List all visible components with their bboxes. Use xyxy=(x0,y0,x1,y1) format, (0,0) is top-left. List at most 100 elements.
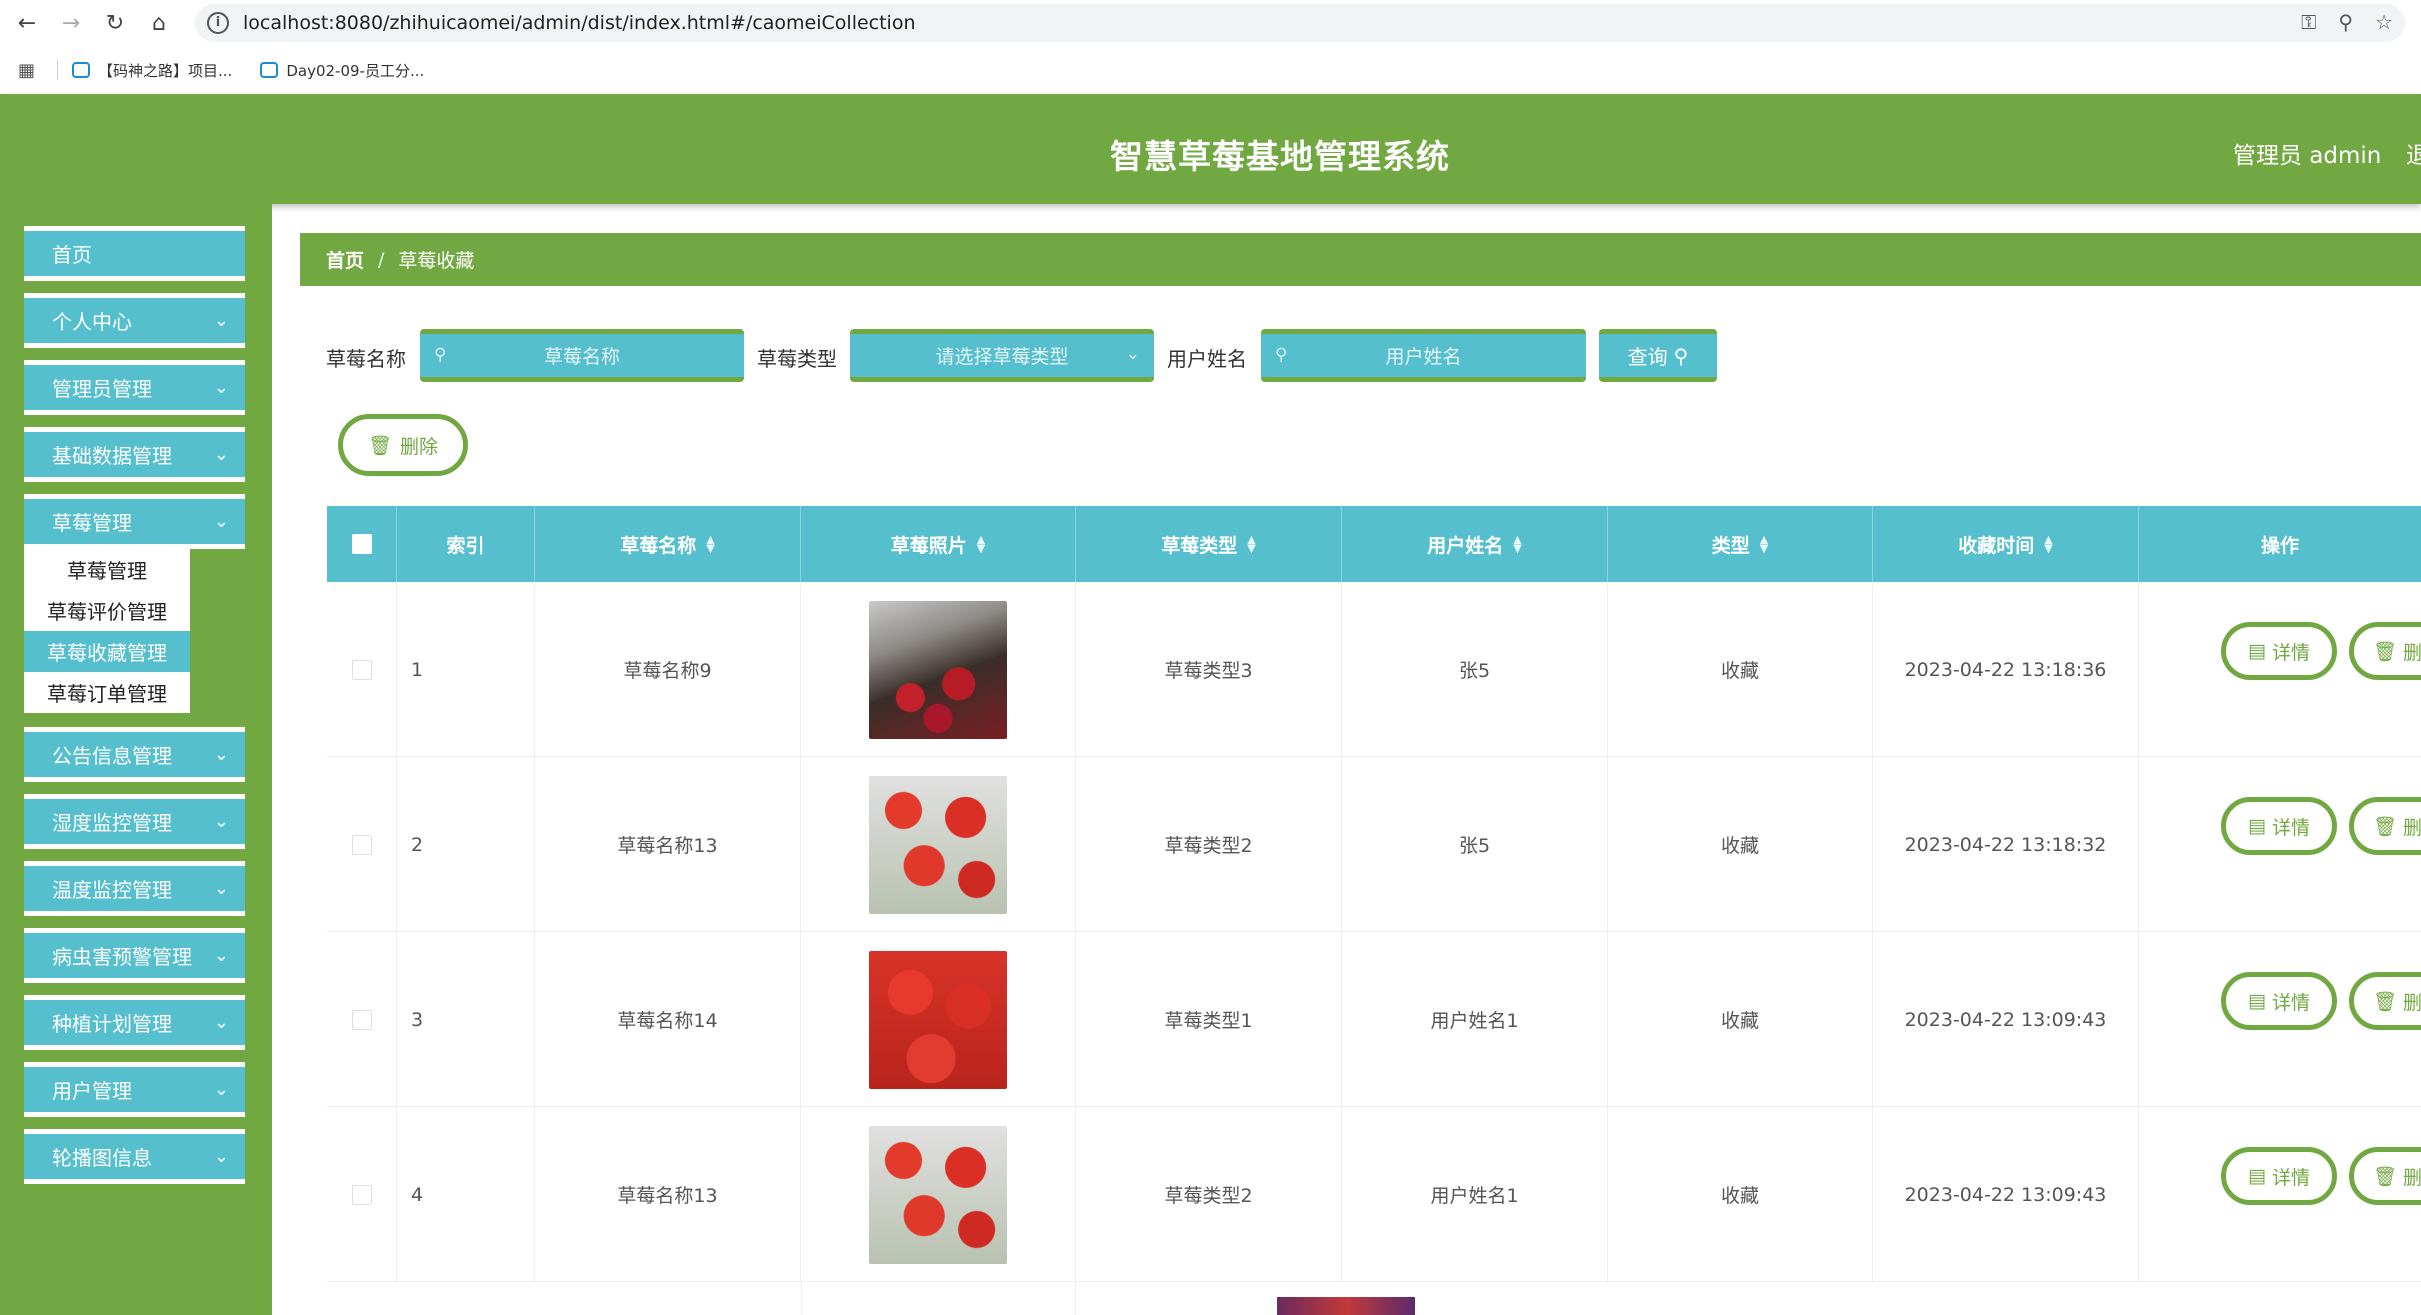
type-filter-label: 草莓类型 xyxy=(757,347,837,371)
cell-photo xyxy=(801,757,1076,932)
col-name-label: 草莓名称 xyxy=(620,534,697,557)
trash-icon: 🗑 xyxy=(367,434,393,457)
cell-actions: ▤详情🗑删除 xyxy=(2139,1107,2421,1282)
cell-time: 2023-04-22 13:09:43 xyxy=(1873,1107,2139,1282)
url-text[interactable]: localhost:8080/zhihuicaomei/admin/dist/i… xyxy=(243,12,916,34)
sort-icon[interactable]: ▲ ▼ xyxy=(1247,534,1255,554)
chevron-down-icon: ⌄ xyxy=(213,811,229,832)
type-filter-select[interactable]: 请选择草莓类型 ⌄ xyxy=(850,329,1154,382)
strawberry-photo[interactable] xyxy=(869,1125,1007,1264)
cell-user: 张5 xyxy=(1342,582,1608,757)
sort-icon[interactable]: ▲ ▼ xyxy=(2044,534,2052,554)
row-checkbox-cell xyxy=(327,757,397,932)
table-row: 4 草莓名称13 草莓类型2 用户姓名1 收藏 2023-04-22 13:09:43 ▤ 详… xyxy=(327,1107,2421,1282)
row-delete-button[interactable]: 🗑删除 xyxy=(2349,622,2421,680)
trash-icon: 🗑 xyxy=(2372,640,2398,663)
submenu-item-review[interactable]: 草莓评价管理 xyxy=(24,590,190,631)
star-icon[interactable]: ☆ xyxy=(2375,10,2393,34)
row-checkbox[interactable] xyxy=(351,659,372,680)
cell-type: 草莓类型2 xyxy=(1076,757,1342,932)
sidebar-item-humidity[interactable]: 湿度监控管理 ⌄ xyxy=(24,794,245,849)
col-photo[interactable]: 草莓照片 ▲ ▼ xyxy=(801,506,1076,582)
sidebar-item-admins[interactable]: 管理员管理 ⌄ xyxy=(24,360,245,415)
back-icon[interactable]: ← xyxy=(10,6,44,40)
col-kind[interactable]: 类型 ▲ ▼ xyxy=(1608,506,1873,582)
sidebar-item-label: 管理员管理 xyxy=(52,377,152,401)
strawberry-photo[interactable] xyxy=(869,600,1007,739)
bookmark-item[interactable]: 【码神之路】项目... xyxy=(72,60,232,81)
delete-label: 删除 xyxy=(2403,641,2421,664)
cell-user: 用户姓名1 xyxy=(1342,1107,1608,1282)
row-delete-button[interactable]: 🗑删除 xyxy=(2349,972,2421,1030)
reload-icon[interactable]: ↻ xyxy=(98,6,132,40)
sidebar-item-basic-data[interactable]: 基础数据管理 ⌄ xyxy=(24,427,245,482)
strawberry-photo[interactable] xyxy=(869,775,1007,914)
sidebar-item-pest-warning[interactable]: 病虫害预警管理 ⌄ xyxy=(24,928,245,983)
detail-button[interactable]: ▤ 详情 xyxy=(2221,1147,2337,1205)
col-index-label: 索引 xyxy=(446,534,485,557)
sidebar-item-planting-plan[interactable]: 种植计划管理 ⌄ xyxy=(24,995,245,1050)
strawberry-submenu: 草莓管理 草莓评价管理 草莓收藏管理 草莓订单管理 xyxy=(24,549,190,713)
select-all-checkbox[interactable] xyxy=(351,534,372,554)
home-icon[interactable]: ⌂ xyxy=(142,6,176,40)
row-checkbox[interactable] xyxy=(351,1009,372,1030)
breadcrumb-home[interactable]: 首页 xyxy=(326,246,364,273)
forward-icon[interactable]: → xyxy=(54,6,88,40)
row-checkbox[interactable] xyxy=(351,834,372,855)
col-name[interactable]: 草莓名称 ▲ ▼ xyxy=(535,506,801,582)
logout-link[interactable]: 退 xyxy=(2406,136,2421,170)
chevron-down-icon: ⌄ xyxy=(213,444,229,465)
sort-icon[interactable]: ▲ ▼ xyxy=(1513,534,1521,554)
type-filter-placeholder: 请选择草莓类型 xyxy=(935,346,1069,368)
sidebar-item-carousel[interactable]: 轮播图信息 ⌄ xyxy=(24,1129,245,1184)
name-filter-input[interactable]: ⚲ 草莓名称 xyxy=(420,329,744,382)
cell-photo xyxy=(801,1107,1076,1282)
apps-grid-icon[interactable]: ▦ xyxy=(18,60,35,81)
col-photo-label: 草莓照片 xyxy=(890,534,967,557)
sort-icon[interactable]: ▲ ▼ xyxy=(1760,534,1768,554)
submenu-item-collection[interactable]: 草莓收藏管理 xyxy=(24,631,190,672)
submenu-item-orders[interactable]: 草莓订单管理 xyxy=(24,672,190,713)
row-checkbox[interactable] xyxy=(351,1184,372,1205)
search-icon: ⚲ xyxy=(1673,343,1689,368)
sidebar-item-temperature[interactable]: 温度监控管理 ⌄ xyxy=(24,861,245,916)
info-icon[interactable]: i xyxy=(207,12,229,34)
detail-label: 详情 xyxy=(2271,991,2310,1014)
cell-photo xyxy=(801,582,1076,757)
chevron-down-icon: ⌄ xyxy=(213,1079,229,1100)
col-kind-label: 类型 xyxy=(1711,534,1750,557)
app-title: 智慧草莓基地管理系统 xyxy=(1110,137,1450,176)
key-icon[interactable]: ⚿ xyxy=(2301,10,2316,34)
name-filter-placeholder: 草莓名称 xyxy=(543,346,620,368)
col-user[interactable]: 用户姓名 ▲ ▼ xyxy=(1342,506,1608,582)
strawberry-photo[interactable] xyxy=(869,950,1007,1089)
sidebar-item-label: 草莓管理 xyxy=(52,511,132,535)
bookmark-item[interactable]: Day02-09-员工分... xyxy=(260,60,424,81)
user-filter-input[interactable]: ⚲ 用户姓名 xyxy=(1261,329,1586,382)
address-bar[interactable]: i localhost:8080/zhihuicaomei/admin/dist… xyxy=(195,4,2405,42)
bulk-delete-button[interactable]: 🗑 删除 xyxy=(338,414,468,476)
sidebar-item-notices[interactable]: 公告信息管理 ⌄ xyxy=(24,727,245,782)
detail-button[interactable]: ▤ 详情 xyxy=(2221,622,2337,680)
bookmark-separator xyxy=(57,60,59,80)
col-time[interactable]: 收藏时间 ▲ ▼ xyxy=(1873,506,2139,582)
zoom-icon[interactable]: ⚲ xyxy=(2338,10,2353,34)
row-delete-button[interactable]: 🗑删除 xyxy=(2349,1147,2421,1205)
row-checkbox-cell xyxy=(327,1107,397,1282)
cell-name: 草莓名称13 xyxy=(535,1107,801,1282)
sidebar-item-profile[interactable]: 个人中心 ⌄ xyxy=(24,293,245,348)
row-delete-button[interactable]: 🗑删除 xyxy=(2349,797,2421,855)
col-type[interactable]: 草莓类型 ▲ ▼ xyxy=(1076,506,1342,582)
sort-icon[interactable]: ▲ ▼ xyxy=(706,534,714,554)
cell-kind: 收藏 xyxy=(1608,582,1873,757)
sidebar-item-home[interactable]: 首页 xyxy=(24,226,245,281)
detail-button[interactable]: ▤ 详情 xyxy=(2221,972,2337,1030)
submenu-item-strawberry[interactable]: 草莓管理 xyxy=(24,549,190,590)
detail-label: 详情 xyxy=(2271,1166,2310,1189)
sidebar-item-users[interactable]: 用户管理 ⌄ xyxy=(24,1062,245,1117)
sidebar-item-strawberry[interactable]: 草莓管理 ⌄ xyxy=(24,494,245,549)
query-button[interactable]: 查询 ⚲ xyxy=(1599,329,1717,382)
detail-button[interactable]: ▤ 详情 xyxy=(2221,797,2337,855)
user-filter-placeholder: 用户姓名 xyxy=(1385,346,1462,368)
sort-icon[interactable]: ▲ ▼ xyxy=(977,534,985,554)
